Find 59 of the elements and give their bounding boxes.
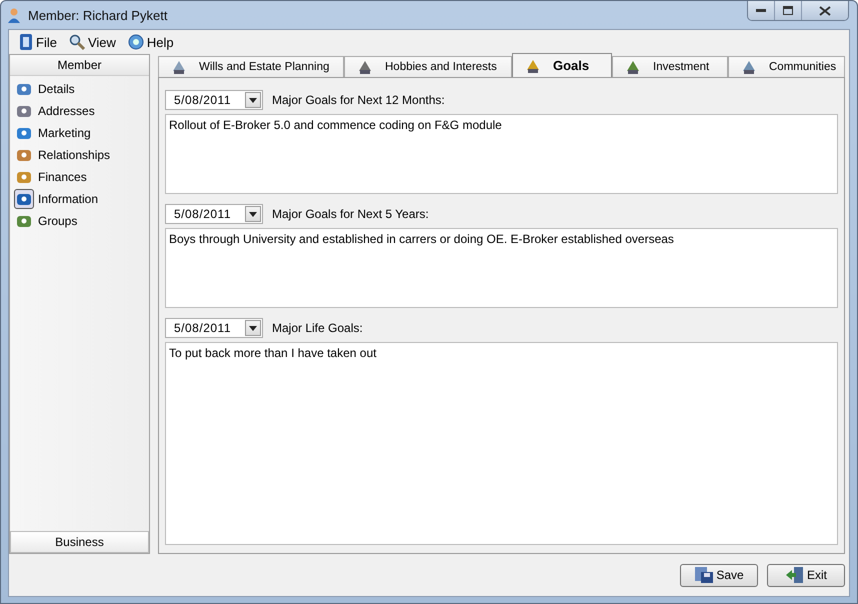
menu-item[interactable]: File [17, 34, 59, 50]
close-icon [819, 6, 831, 16]
sidebar-item[interactable]: Information [10, 188, 149, 210]
field-label: Major Goals for Next 12 Months: [272, 93, 445, 107]
tab-icon [525, 58, 541, 74]
maximize-icon [783, 6, 793, 15]
category-icon [16, 125, 32, 141]
category-icon [16, 147, 32, 163]
tab-icon [171, 59, 187, 75]
text-area[interactable]: Rollout of E-Broker 5.0 and commence coding on F&G module [165, 114, 838, 194]
help-icon [128, 34, 144, 50]
file-icon [19, 34, 33, 50]
search-icon [68, 34, 85, 50]
caret-icon [249, 326, 257, 330]
dropdown-button[interactable] [245, 206, 261, 222]
tab[interactable]: Communities [728, 56, 845, 77]
tab[interactable]: Wills and Estate Planning [158, 56, 344, 77]
menu-item[interactable]: Help [126, 34, 176, 50]
tab-icon [625, 59, 641, 75]
sidebar-item[interactable]: Details [10, 78, 149, 100]
category-icon [16, 191, 32, 207]
sidebar-header: Member [10, 55, 149, 76]
field-label: Major Goals for Next 5 Years: [272, 207, 429, 221]
caret-icon [249, 212, 257, 216]
menu-item[interactable]: View [66, 34, 118, 50]
text-area[interactable]: To put back more than I have taken out [165, 342, 838, 545]
field-label: Major Life Goals: [272, 321, 363, 335]
sidebar-item[interactable]: Finances [10, 166, 149, 188]
category-icon [16, 103, 32, 119]
tab[interactable]: Hobbies and Interests [344, 56, 512, 77]
sidebar-item[interactable]: Relationships [10, 144, 149, 166]
footer-button[interactable]: Save [680, 564, 758, 586]
exit-icon [784, 566, 805, 584]
date-picker[interactable]: 5/08/2011 [165, 204, 263, 224]
dropdown-button[interactable] [245, 320, 261, 336]
tab[interactable]: Investment [612, 56, 728, 77]
sidebar-item[interactable]: Marketing [10, 122, 149, 144]
tab-icon [741, 59, 757, 75]
window-title: Member: Richard Pykett [28, 8, 168, 22]
category-icon [16, 81, 32, 97]
sidebar-footer-button[interactable]: Business [10, 531, 149, 553]
minimize-icon [756, 9, 766, 12]
date-picker[interactable]: 5/08/2011 [165, 318, 263, 338]
tab-icon [357, 59, 373, 75]
category-icon [16, 169, 32, 185]
category-icon [16, 213, 32, 229]
user-icon [7, 7, 21, 23]
minimize-button[interactable] [748, 1, 775, 20]
sidebar-item[interactable]: Groups [10, 210, 149, 232]
save-icon [694, 566, 714, 584]
footer-button[interactable]: Exit [767, 564, 845, 586]
sidebar-item[interactable]: Addresses [10, 100, 149, 122]
text-area[interactable]: Boys through University and established in carrers or doing OE. E-Broker established overseas [165, 228, 838, 308]
close-button[interactable] [802, 1, 848, 20]
caret-icon [249, 98, 257, 102]
dropdown-button[interactable] [245, 92, 261, 108]
maximize-button[interactable] [775, 1, 802, 20]
tab[interactable]: Goals [512, 53, 612, 77]
date-picker[interactable]: 5/08/2011 [165, 90, 263, 110]
